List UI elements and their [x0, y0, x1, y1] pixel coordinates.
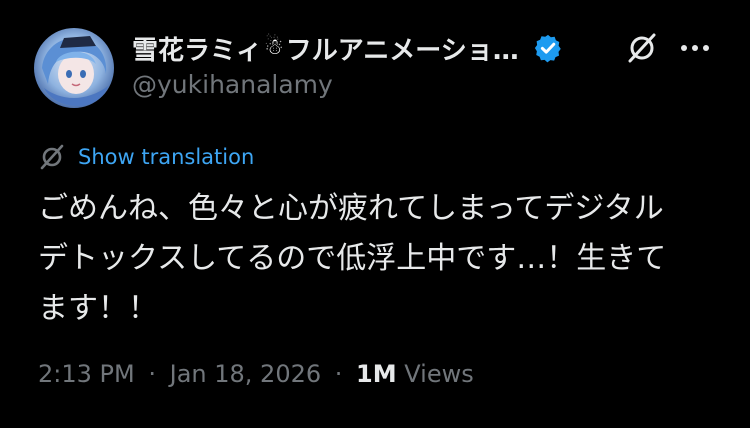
show-translation-button[interactable]: Show translation	[38, 142, 254, 172]
grok-icon[interactable]	[624, 30, 660, 66]
tweet-time[interactable]: 2:13 PM	[38, 360, 135, 388]
snowman-icon: ☃	[264, 35, 284, 60]
tweet-date[interactable]: Jan 18, 2026	[170, 360, 322, 388]
tweet-text: ごめんね、色々と心が疲れてしまってデジタル デトックスしてるので低浮上中です…！…	[38, 184, 718, 334]
display-name-row[interactable]: 雪花ラミィ ☃ フルアニメーショ…	[132, 28, 563, 68]
translate-icon	[40, 144, 64, 170]
display-name-suffix[interactable]: フルアニメーショ…	[286, 30, 519, 67]
tweet-text-line: デトックスしてるので低浮上中です…！生きて	[38, 241, 667, 276]
avatar[interactable]	[34, 28, 114, 108]
tweet-text-line: ます！！	[38, 291, 158, 326]
tweet-text-line: ごめんね、色々と心が疲れてしまってデジタル	[38, 191, 664, 226]
user-handle[interactable]: @yukihanalamy	[132, 70, 333, 99]
separator-dot: ·	[148, 360, 156, 388]
display-name[interactable]: 雪花ラミィ	[132, 30, 262, 67]
show-translation-label[interactable]: Show translation	[78, 145, 254, 169]
views-count[interactable]: 1M	[356, 360, 397, 388]
tweet-metadata: 2:13 PM · Jan 18, 2026 · 1M Views	[38, 360, 474, 388]
more-options-icon[interactable]	[680, 44, 710, 52]
views-label: Views	[404, 360, 474, 388]
separator-dot: ·	[334, 360, 343, 388]
verified-badge-icon[interactable]	[533, 33, 563, 63]
